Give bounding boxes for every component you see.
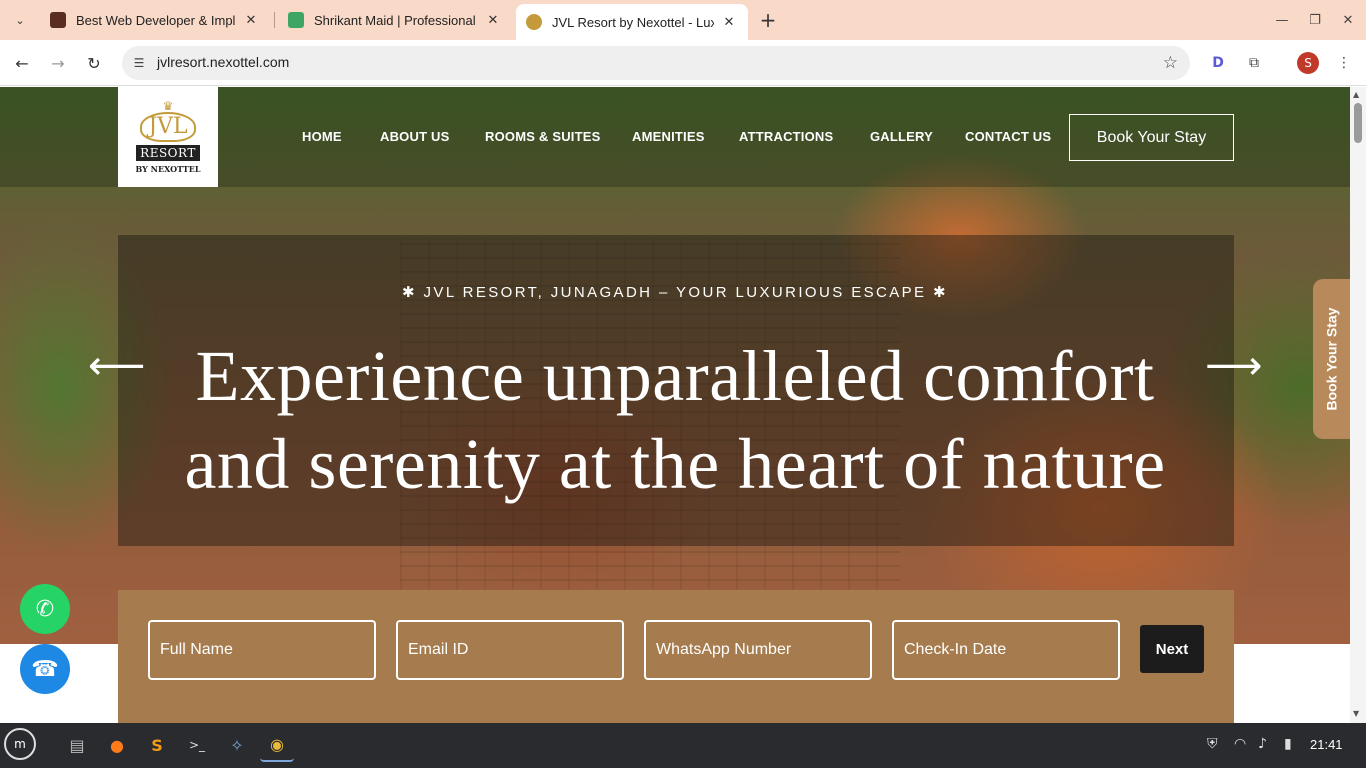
extensions-puzzle-icon[interactable]: ⧉ bbox=[1243, 52, 1265, 74]
whatsapp-number-field[interactable]: WhatsApp Number bbox=[644, 620, 872, 680]
new-tab-button[interactable]: + bbox=[756, 8, 780, 32]
booking-form: Full Name Email ID WhatsApp Number Check… bbox=[118, 590, 1234, 723]
logo-resort-text: RESORT bbox=[136, 145, 200, 161]
url-text[interactable]: jvlresort.nexottel.com bbox=[157, 54, 289, 70]
scroll-down-icon[interactable]: ▼ bbox=[1353, 709, 1359, 718]
tab-search-icon[interactable]: ⌄ bbox=[8, 8, 32, 32]
nav-rooms-suites[interactable]: ROOMS & SUITES bbox=[485, 129, 600, 144]
shield-icon[interactable]: ⛨ bbox=[1207, 736, 1218, 752]
page-viewport: ♛ JVL RESORT BY NEXOTTEL HOME ABOUT US R… bbox=[0, 87, 1350, 723]
tab-title: Best Web Developer & Imple bbox=[76, 12, 236, 28]
sublime-text-icon[interactable]: S bbox=[140, 728, 174, 762]
email-field[interactable]: Email ID bbox=[396, 620, 624, 680]
clock[interactable]: 21:41 bbox=[1310, 737, 1343, 752]
close-icon[interactable]: ✕ bbox=[720, 13, 738, 31]
browser-tab-strip: ⌄ Best Web Developer & Imple ✕ Shrikant … bbox=[0, 0, 1366, 40]
whatsapp-icon[interactable]: ✆ bbox=[20, 584, 70, 634]
firefox-icon[interactable]: ● bbox=[100, 728, 134, 762]
terminal-icon[interactable]: >_ bbox=[180, 728, 214, 762]
hero-kicker: ✱ JVL RESORT, JUNAGADH – YOUR LUXURIOUS … bbox=[402, 284, 948, 301]
site-info-icon[interactable]: ☰ bbox=[130, 54, 148, 72]
next-button[interactable]: Next bbox=[1140, 625, 1204, 673]
phone-icon[interactable]: ☎ bbox=[20, 644, 70, 694]
favicon-icon bbox=[288, 12, 304, 28]
os-taskbar: m ▤ ● S >_ ✧ ◉ ⛨ ◠ ♪ ▮ 21:41 bbox=[0, 723, 1366, 768]
close-window-icon[interactable]: ✕ bbox=[1336, 8, 1360, 32]
close-icon[interactable]: ✕ bbox=[242, 11, 260, 29]
nav-amenities[interactable]: AMENITIES bbox=[632, 129, 705, 144]
file-manager-icon[interactable]: ▤ bbox=[60, 728, 94, 762]
forward-icon[interactable]: → bbox=[45, 50, 71, 76]
tab-title: Shrikant Maid | Professional bbox=[314, 12, 476, 28]
bookmark-star-icon[interactable]: ☆ bbox=[1163, 53, 1178, 73]
slider-prev-arrow-icon[interactable]: ⟵ bbox=[88, 346, 145, 386]
battery-icon[interactable]: ▮ bbox=[1284, 736, 1292, 752]
extension-d-icon[interactable]: D bbox=[1207, 52, 1229, 74]
wifi-icon[interactable]: ◠ bbox=[1234, 736, 1246, 752]
chrome-icon[interactable]: ◉ bbox=[260, 728, 294, 762]
reload-icon[interactable]: ↻ bbox=[81, 50, 107, 76]
volume-icon[interactable]: ♪ bbox=[1258, 736, 1267, 752]
nav-attractions[interactable]: ATTRACTIONS bbox=[739, 129, 833, 144]
site-logo[interactable]: ♛ JVL RESORT BY NEXOTTEL bbox=[118, 87, 218, 187]
favicon-icon bbox=[50, 12, 66, 28]
browser-toolbar: ← → ↻ ☰ jvlresort.nexottel.com ☆ D ⧉ S ⋮ bbox=[0, 40, 1366, 86]
side-book-tab-label: Book Your Stay bbox=[1323, 307, 1340, 411]
hero-headline-line-1: Experience unparalleled comfort bbox=[195, 336, 1155, 416]
browser-tab-2[interactable]: Shrikant Maid | Professional ✕ bbox=[278, 4, 512, 36]
mysql-workbench-icon[interactable]: ✧ bbox=[220, 728, 254, 762]
menu-kebab-icon[interactable]: ⋮ bbox=[1333, 52, 1355, 74]
slider-next-arrow-icon[interactable]: ⟶ bbox=[1205, 346, 1262, 386]
favicon-icon bbox=[526, 14, 542, 30]
back-icon[interactable]: ← bbox=[9, 50, 35, 76]
full-name-field[interactable]: Full Name bbox=[148, 620, 376, 680]
browser-tab-1[interactable]: Best Web Developer & Imple ✕ bbox=[40, 4, 270, 36]
minimize-icon[interactable]: — bbox=[1270, 8, 1294, 32]
profile-avatar[interactable]: S bbox=[1297, 52, 1319, 74]
hero-headline-line-2: and serenity at the heart of nature bbox=[184, 424, 1166, 504]
tab-divider bbox=[274, 12, 275, 28]
logo-by-text: BY NEXOTTEL bbox=[135, 164, 201, 174]
crown-icon: ♛ bbox=[162, 99, 174, 113]
mint-menu-icon[interactable]: m bbox=[4, 728, 36, 760]
scroll-thumb[interactable] bbox=[1354, 103, 1362, 143]
restore-icon[interactable]: ❐ bbox=[1303, 8, 1327, 32]
tab-title: JVL Resort by Nexottel - Lux bbox=[552, 14, 714, 30]
nav-home[interactable]: HOME bbox=[302, 129, 342, 144]
nav-contact-us[interactable]: CONTACT US bbox=[965, 129, 1051, 144]
book-your-stay-button[interactable]: Book Your Stay bbox=[1069, 114, 1234, 161]
side-book-tab[interactable]: Book Your Stay bbox=[1313, 279, 1350, 439]
page-scrollbar[interactable]: ▲ ▼ bbox=[1350, 87, 1366, 723]
check-in-date-field[interactable]: Check-In Date bbox=[892, 620, 1120, 680]
close-icon[interactable]: ✕ bbox=[484, 11, 502, 29]
logo-monogram: JVL bbox=[140, 112, 196, 142]
nav-about-us[interactable]: ABOUT US bbox=[380, 129, 450, 144]
address-bar[interactable]: ☰ jvlresort.nexottel.com ☆ bbox=[122, 46, 1190, 80]
scroll-up-icon[interactable]: ▲ bbox=[1353, 90, 1359, 99]
nav-gallery[interactable]: GALLERY bbox=[870, 129, 933, 144]
browser-tab-3[interactable]: JVL Resort by Nexottel - Lux ✕ bbox=[516, 4, 748, 40]
